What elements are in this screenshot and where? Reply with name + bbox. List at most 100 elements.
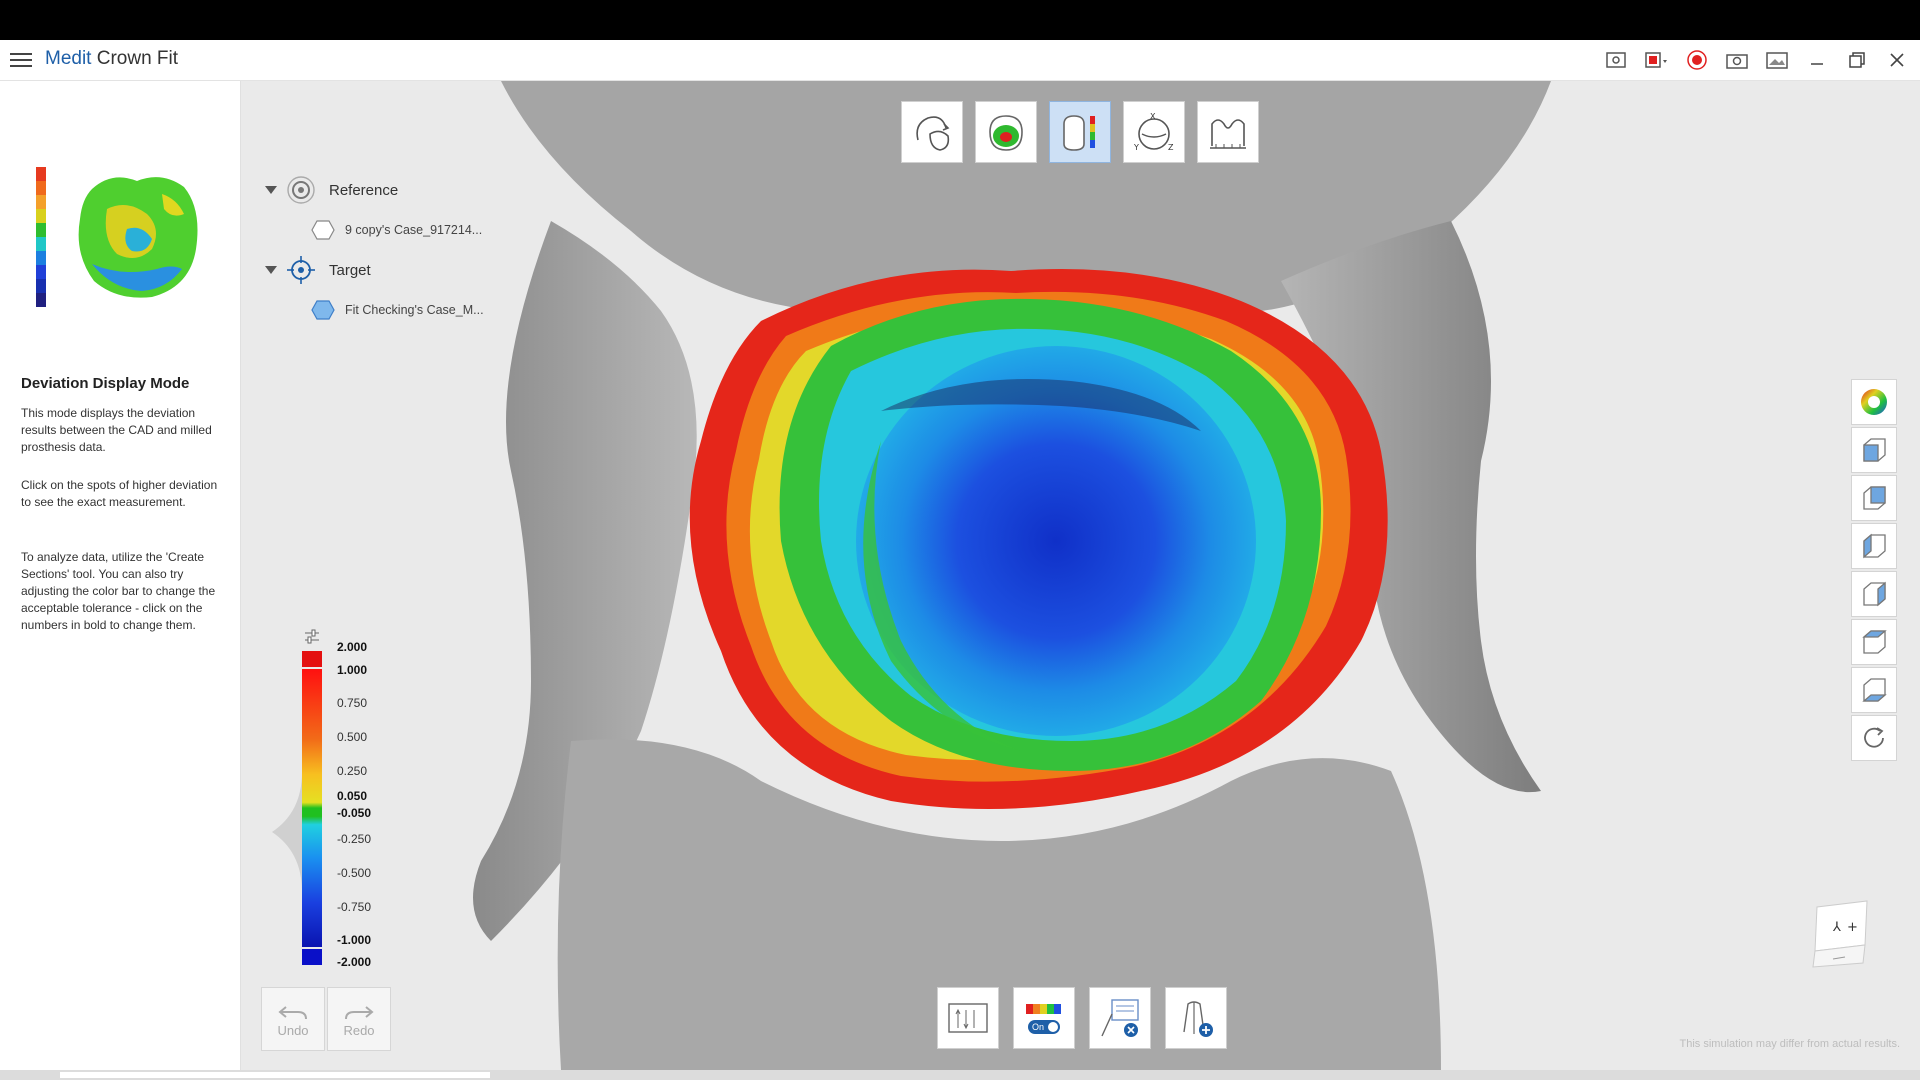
legend-value[interactable]: -1.000 bbox=[337, 933, 371, 947]
legend-scale bbox=[302, 651, 322, 965]
toggle-label: On bbox=[1032, 1022, 1045, 1032]
disclaimer-text: This simulation may differ from actual r… bbox=[1679, 1038, 1900, 1050]
mode-description-2: Click on the spots of higher deviation t… bbox=[21, 478, 218, 509]
add-section-icon bbox=[1183, 1001, 1213, 1037]
legend-value[interactable]: 1.000 bbox=[337, 663, 367, 677]
legend-value[interactable]: -2.000 bbox=[337, 955, 371, 969]
app-title-brand: Medit bbox=[45, 48, 92, 69]
tooth-thumbnail[interactable] bbox=[72, 169, 202, 301]
hexagon-outline-icon[interactable] bbox=[311, 219, 335, 241]
tree-target[interactable]: Target bbox=[265, 250, 495, 290]
legend-value: -0.500 bbox=[337, 866, 372, 880]
app-title-product: Crown Fit bbox=[91, 48, 179, 69]
image-icon[interactable] bbox=[1764, 47, 1790, 73]
deviation-icon bbox=[1063, 115, 1095, 151]
legend-value[interactable]: 2.000 bbox=[337, 640, 367, 654]
color-wheel-button[interactable] bbox=[1851, 379, 1897, 425]
legend-value: 0.250 bbox=[337, 764, 368, 778]
align-icon bbox=[916, 116, 950, 151]
mode-description-3: To analyze data, utilize the 'Create Sec… bbox=[21, 550, 216, 632]
thumbnail-color-bar bbox=[36, 167, 46, 307]
maximize-icon[interactable] bbox=[1844, 47, 1870, 73]
left-panel: Deviation Display Mode This mode display… bbox=[0, 81, 241, 1080]
legend-value[interactable]: 0.050 bbox=[337, 789, 367, 803]
tree-reference-item[interactable]: 9 copy's Case_917214... bbox=[265, 210, 495, 250]
deviation-display-tool[interactable] bbox=[1049, 101, 1111, 163]
view-top-button[interactable] bbox=[1851, 619, 1897, 665]
tree-reference-item-label: 9 copy's Case_917214... bbox=[345, 223, 483, 237]
record-icon[interactable] bbox=[1684, 47, 1710, 73]
svg-text:Z: Z bbox=[1168, 143, 1174, 152]
xyz-axis-tool[interactable]: X Y Z bbox=[1123, 101, 1185, 163]
redo-button[interactable]: Redo bbox=[327, 987, 391, 1051]
add-section-tool[interactable] bbox=[1165, 987, 1227, 1049]
view-back-button[interactable] bbox=[1851, 475, 1897, 521]
camera-icon[interactable] bbox=[1724, 47, 1750, 73]
video-record-icon[interactable] bbox=[1644, 47, 1670, 73]
view-back-icon bbox=[1863, 486, 1886, 510]
chevron-down-icon[interactable] bbox=[265, 186, 277, 194]
view-front-button[interactable] bbox=[1851, 427, 1897, 473]
undo-label: Undo bbox=[277, 1022, 309, 1038]
occlusion-icon bbox=[989, 115, 1023, 151]
measure-icon bbox=[1210, 119, 1246, 149]
legend-value: 0.750 bbox=[337, 696, 368, 710]
xyz-axis-icon: X Y Z bbox=[1133, 112, 1174, 152]
clear-notes-tool[interactable] bbox=[1089, 987, 1151, 1049]
reference-icon bbox=[287, 176, 315, 204]
view-bottom-button[interactable] bbox=[1851, 667, 1897, 713]
compare-sections-tool[interactable] bbox=[937, 987, 999, 1049]
svg-text:+: + bbox=[1847, 920, 1858, 935]
target-icon bbox=[287, 256, 315, 284]
clear-notes-icon bbox=[1101, 999, 1139, 1037]
screen-top-bar bbox=[0, 0, 1920, 40]
view-left-button[interactable] bbox=[1851, 523, 1897, 569]
reset-view-button[interactable] bbox=[1851, 715, 1897, 761]
tree-target-item[interactable]: Fit Checking's Case_M... bbox=[265, 290, 495, 330]
view-right-button[interactable] bbox=[1851, 571, 1897, 617]
view-left-icon bbox=[1863, 533, 1886, 559]
svg-text:⅄: ⅄ bbox=[1832, 920, 1841, 935]
view-bottom-icon bbox=[1862, 678, 1887, 702]
hexagon-filled-icon[interactable] bbox=[311, 299, 335, 321]
legend-value: -0.750 bbox=[337, 900, 372, 914]
tree-reference-label: Reference bbox=[329, 181, 399, 199]
undo-button[interactable]: Undo bbox=[261, 987, 325, 1051]
mode-title: Deviation Display Mode bbox=[21, 375, 190, 392]
tree-target-item-label: Fit Checking's Case_M... bbox=[345, 303, 484, 317]
close-icon[interactable] bbox=[1884, 47, 1910, 73]
chevron-down-icon[interactable] bbox=[265, 266, 277, 274]
view-top-icon bbox=[1862, 630, 1887, 654]
title-bar: Medit Crown Fit bbox=[0, 40, 1920, 81]
svg-text:X: X bbox=[1150, 112, 1156, 121]
legend-value[interactable]: -0.050 bbox=[337, 806, 371, 820]
view-front-icon bbox=[1863, 438, 1886, 462]
minimize-icon[interactable] bbox=[1804, 47, 1830, 73]
undo-icon bbox=[278, 1005, 307, 1019]
deviation-color-bar[interactable]: 2.000 1.000 0.750 0.500 0.250 0.050 -0.050 -0.2… bbox=[262, 617, 392, 969]
tree-target-label: Target bbox=[329, 261, 371, 279]
view-right-icon bbox=[1863, 581, 1886, 607]
redo-icon bbox=[345, 1005, 374, 1019]
bottom-scroll-strip bbox=[0, 1070, 1920, 1080]
svg-text:Y: Y bbox=[1133, 143, 1139, 152]
tree-reference[interactable]: Reference bbox=[265, 170, 495, 210]
align-tool[interactable] bbox=[901, 101, 963, 163]
legend-value: -0.250 bbox=[337, 832, 372, 846]
occlusion-tool[interactable] bbox=[975, 101, 1037, 163]
reset-view-icon bbox=[1864, 727, 1884, 748]
color-map-toggle[interactable]: On bbox=[1028, 1020, 1060, 1034]
measure-tool[interactable] bbox=[1197, 101, 1259, 163]
color-map-icon bbox=[1026, 1004, 1061, 1014]
screen-capture-icon[interactable] bbox=[1604, 47, 1630, 73]
mode-description-1: This mode displays the deviation results… bbox=[21, 406, 212, 454]
redo-label: Redo bbox=[343, 1022, 375, 1038]
compare-sections-icon bbox=[948, 1003, 988, 1033]
menu-icon[interactable] bbox=[10, 50, 32, 70]
app-title: Medit Crown Fit bbox=[45, 48, 178, 70]
color-wheel-icon bbox=[1861, 389, 1887, 415]
color-map-toggle-tool[interactable]: On bbox=[1013, 987, 1075, 1049]
orientation-gizmo[interactable]: ⅄ + bbox=[1811, 899, 1871, 969]
data-tree: Reference 9 copy's Case_917214... Target… bbox=[265, 170, 495, 330]
legend-settings-icon[interactable] bbox=[302, 627, 322, 647]
